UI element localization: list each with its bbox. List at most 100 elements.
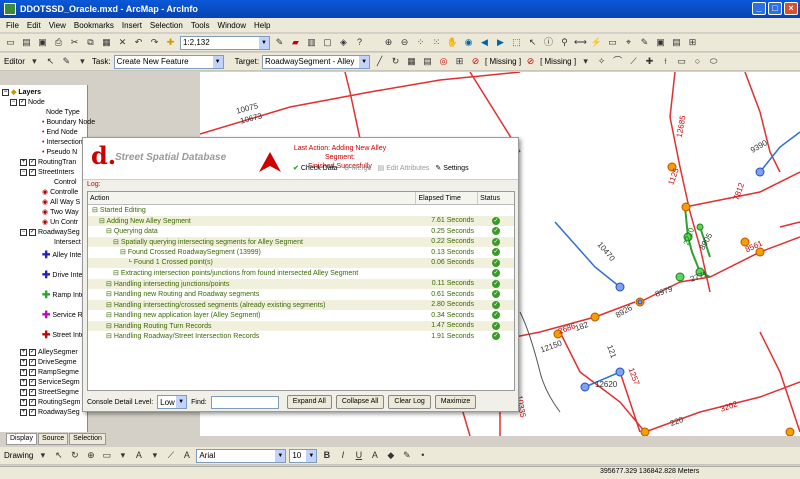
find-input[interactable] xyxy=(210,395,279,409)
chevron-down-icon[interactable]: ▾ xyxy=(148,449,161,462)
edit-attributes-button[interactable]: ▤ Edit Attributes xyxy=(378,164,430,173)
log-row[interactable]: ⊟ Handling intersecting/crossed segments… xyxy=(88,299,514,310)
log-row[interactable]: ⊟ Extracting intersection points/junctio… xyxy=(88,268,514,279)
menu-bookmarks[interactable]: Bookmarks xyxy=(74,21,114,30)
log-row[interactable]: ⊟ Adding New Alley Segment 7.61 Seconds ✓ xyxy=(88,215,514,226)
reshape-icon[interactable]: ⌒ xyxy=(611,55,624,68)
rotate-tool-icon[interactable]: ↻ xyxy=(389,55,402,68)
font-color-icon[interactable]: A xyxy=(368,449,381,462)
tool-icon-1[interactable]: ▭ xyxy=(606,36,619,49)
fixed-zoom-out-icon[interactable]: ⁙ xyxy=(430,36,443,49)
model-icon[interactable]: ◈ xyxy=(337,36,350,49)
toc-layer-drivesegment[interactable]: + ✓ DriveSegme xyxy=(20,357,77,367)
toc-layer-routingsegment[interactable]: + ✓ RoutingSegm xyxy=(20,397,80,407)
add-data-icon[interactable]: ✚ xyxy=(164,36,177,49)
forward-extent-icon[interactable]: ▶ xyxy=(494,36,507,49)
copy-icon[interactable]: ⧉ xyxy=(84,36,97,49)
expand-toggle-icon[interactable]: ⊟ xyxy=(106,312,114,319)
log-grid[interactable]: Action Elapsed Time Status ⊟ Started Edi… xyxy=(87,191,515,391)
log-row[interactable]: ⊟ Querying data 0.25 Seconds ✓ xyxy=(88,226,514,237)
drawing-menu[interactable]: Drawing xyxy=(4,451,33,460)
expand-toggle-icon[interactable]: ⊟ xyxy=(106,228,114,235)
delete-icon[interactable]: ✕ xyxy=(116,36,129,49)
zoom-out-icon[interactable]: ⊖ xyxy=(398,36,411,49)
log-row[interactable]: ⊟ Handling new application layer (Alley … xyxy=(88,310,514,321)
expand-toggle-icon[interactable]: ⊟ xyxy=(106,302,114,309)
edit-tool-icon[interactable]: ↖ xyxy=(44,55,57,68)
font-size-combo[interactable]: 10 ▼ xyxy=(289,448,318,463)
settings-button[interactable]: ✎ Settings xyxy=(435,164,468,173)
topology-icon[interactable]: ◎ xyxy=(437,55,450,68)
rectangle-icon[interactable]: ▭ xyxy=(675,55,688,68)
menu-window[interactable]: Window xyxy=(218,21,246,30)
chevron-down-icon[interactable]: ▾ xyxy=(36,449,49,462)
expand-all-button[interactable]: Expand All xyxy=(286,395,332,409)
console-detail-combo[interactable]: Low ▼ xyxy=(157,395,188,409)
collapse-all-button[interactable]: Collapse All xyxy=(335,395,385,409)
expand-toggle-icon[interactable]: ⊟ xyxy=(113,270,121,277)
column-header-status[interactable]: Status xyxy=(478,192,514,204)
tool-icon-3[interactable]: ✎ xyxy=(638,36,651,49)
log-row[interactable]: ⊟ Found Crossed RoadwaySegment (13999) 0.… xyxy=(88,247,514,258)
tool-icon-5[interactable]: ▤ xyxy=(670,36,683,49)
log-row[interactable]: ⊟ Spatially querying intersecting segmen… xyxy=(88,236,514,247)
redo-icon[interactable]: ↷ xyxy=(148,36,161,49)
scale-combo[interactable]: 1:2,132 ▼ xyxy=(180,35,270,50)
new-icon[interactable]: ▭ xyxy=(4,36,17,49)
undo-icon[interactable]: ↶ xyxy=(132,36,145,49)
underline-icon[interactable]: U xyxy=(352,449,365,462)
task-combo[interactable]: Create New Feature ▼ xyxy=(113,54,224,69)
open-icon[interactable]: ▤ xyxy=(20,36,33,49)
log-row[interactable]: ⊟ Handling Routing Turn Records 1.47 Seco… xyxy=(88,320,514,331)
whats-this-icon[interactable]: ? xyxy=(353,36,366,49)
italic-icon[interactable]: I xyxy=(336,449,349,462)
menu-file[interactable]: File xyxy=(6,21,19,30)
edit-vertex-icon[interactable]: ✧ xyxy=(595,55,608,68)
attributes-icon[interactable]: ▦ xyxy=(405,55,418,68)
intersection-icon[interactable]: ✚ xyxy=(643,55,656,68)
pan-icon[interactable]: ✋ xyxy=(446,36,459,49)
maximize-button[interactable]: □ xyxy=(768,2,782,15)
editor-menu[interactable]: Editor xyxy=(4,57,25,66)
expand-toggle-icon[interactable]: ⊟ xyxy=(113,239,121,246)
text-icon[interactable]: A xyxy=(132,449,145,462)
fill-color-icon[interactable]: ◆ xyxy=(384,449,397,462)
find-icon[interactable]: ⚲ xyxy=(558,36,571,49)
log-row[interactable]: ⊟ Handling intersecting junctions/points… xyxy=(88,278,514,289)
menu-view[interactable]: View xyxy=(49,21,66,30)
circle-icon[interactable]: ○ xyxy=(691,55,704,68)
toc-layer-streetinters[interactable]: − ✓ StreetInters xyxy=(20,167,74,177)
toc-layer-roadwayseg[interactable]: − ✓ RoadwaySeg xyxy=(20,227,80,237)
rectangle-icon[interactable]: ▭ xyxy=(100,449,113,462)
edit-vertices-icon[interactable]: ⟋ xyxy=(164,449,177,462)
paste-icon[interactable]: ▦ xyxy=(100,36,113,49)
menu-tools[interactable]: Tools xyxy=(191,21,210,30)
font-icon[interactable]: A xyxy=(180,449,193,462)
menu-edit[interactable]: Edit xyxy=(27,21,41,30)
select-elements-icon[interactable]: ↖ xyxy=(526,36,539,49)
missing-label-2[interactable]: [ Missing ] xyxy=(540,57,576,66)
select-elements-icon[interactable]: ↖ xyxy=(52,449,65,462)
arctoolbox-icon[interactable]: ▰ xyxy=(289,36,302,49)
log-row[interactable]: ⊟ Started Editing xyxy=(88,205,514,216)
tab-display[interactable]: Display xyxy=(6,433,37,445)
expand-toggle-icon[interactable]: ⊟ xyxy=(120,249,128,256)
toc-layer-routingtran[interactable]: + ✓ RoutingTran xyxy=(20,157,76,167)
sketch-tool-icon[interactable]: ✎ xyxy=(60,55,73,68)
expand-toggle-icon[interactable]: └ xyxy=(127,259,134,266)
tab-selection[interactable]: Selection xyxy=(69,433,106,445)
catalog-icon[interactable]: ▥ xyxy=(305,36,318,49)
toc-layer-servicesegment[interactable]: + ✓ ServiceSegm xyxy=(20,377,80,387)
endpoint-arc-icon[interactable]: ⟊ xyxy=(659,55,672,68)
split-tool-icon[interactable]: ╱ xyxy=(373,55,386,68)
toc-layer-node[interactable]: − ✓ Node xyxy=(10,97,45,107)
expand-toggle-icon[interactable]: ⊟ xyxy=(92,207,100,214)
log-row[interactable]: ⊟ Handling Roadway/Street Intersection R… xyxy=(88,331,514,342)
zoom-in-icon[interactable]: ⊕ xyxy=(382,36,395,49)
rotate-icon[interactable]: ↻ xyxy=(68,449,81,462)
menu-insert[interactable]: Insert xyxy=(122,21,142,30)
line-color-icon[interactable]: ✎ xyxy=(400,449,413,462)
clear-log-button[interactable]: Clear Log xyxy=(388,395,431,409)
map-topology-icon[interactable]: ⊞ xyxy=(453,55,466,68)
back-extent-icon[interactable]: ◀ xyxy=(478,36,491,49)
